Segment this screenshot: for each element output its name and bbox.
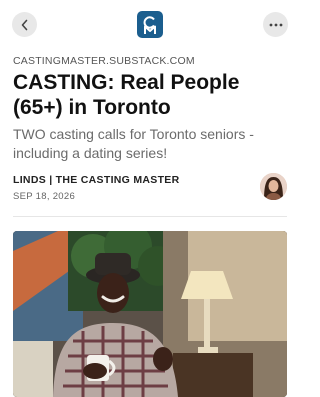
- post-subtitle: TWO casting calls for Toronto seniors - …: [13, 126, 254, 161]
- post-date: SEP 18, 2026: [13, 191, 76, 202]
- more-horizontal-icon: [269, 23, 282, 26]
- top-bar: [0, 0, 300, 50]
- hero-image[interactable]: [13, 231, 287, 397]
- header-divider: [13, 216, 287, 217]
- chevron-left-icon: [21, 19, 27, 30]
- author-avatar[interactable]: [260, 173, 287, 200]
- back-button[interactable]: [12, 12, 37, 37]
- publication-logo[interactable]: [137, 11, 163, 38]
- post-title: CASTING: Real People (65+) in Toronto: [13, 71, 240, 119]
- author-name[interactable]: LINDS | THE CASTING MASTER: [13, 174, 180, 186]
- publication-source-link[interactable]: CASTINGMASTER.SUBSTACK.COM: [13, 55, 195, 67]
- more-options-button[interactable]: [263, 12, 288, 37]
- casting-master-logo-icon: [143, 15, 156, 34]
